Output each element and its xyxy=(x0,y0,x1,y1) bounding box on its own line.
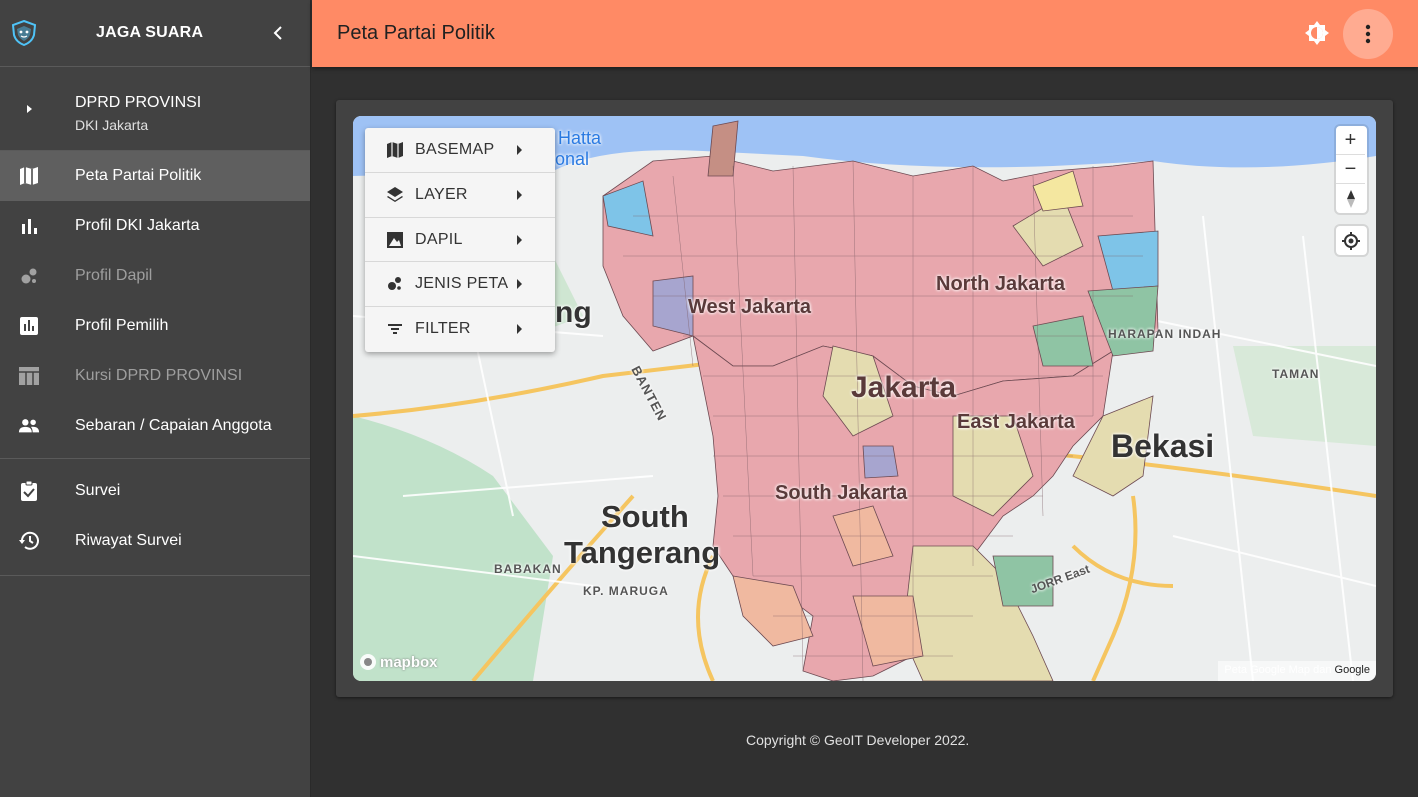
menu-item-label: FILTER xyxy=(415,320,471,338)
history-icon xyxy=(19,531,39,550)
zoom-out-button[interactable]: − xyxy=(1336,155,1365,184)
map-layer-menu: BASEMAP LAYER DAPIL JENIS PETA FILTER xyxy=(365,128,555,352)
minus-icon: − xyxy=(1344,157,1357,180)
caret-right-icon xyxy=(517,189,522,200)
filter-icon xyxy=(388,324,402,335)
map-icon xyxy=(20,167,38,185)
sidebar-item-peta-partai-politik[interactable]: Peta Partai Politik xyxy=(0,151,310,201)
chevron-right-icon xyxy=(27,105,32,113)
more-vert-icon xyxy=(1365,24,1371,44)
green-area xyxy=(353,416,553,681)
menu-item-label: JENIS PETA xyxy=(415,275,509,293)
sidebar-item-label: Riwayat Survei xyxy=(75,532,182,549)
section-subtitle: DKI Jakarta xyxy=(75,117,149,133)
map-icon xyxy=(387,142,403,158)
menu-item-label: BASEMAP xyxy=(415,141,495,158)
sidebar-nav: Peta Partai Politik Profil DKI Jakarta P… xyxy=(0,151,310,451)
sidebar-item-label: Sebaran / Capaian Anggota xyxy=(75,417,272,434)
map-label: KP. MARUGA xyxy=(583,584,669,598)
topbar: Peta Partai Politik xyxy=(312,0,1418,67)
compass-button[interactable] xyxy=(1336,184,1365,213)
caret-right-icon xyxy=(517,234,522,245)
map-label: HARAPAN INDAH xyxy=(1108,327,1222,341)
crosshair-icon xyxy=(1341,231,1360,250)
app-root: JAGA SUARA DPRD PROVINSI DKI Jakarta Pet… xyxy=(0,0,1418,797)
compass-icon xyxy=(1346,189,1355,208)
map-label: Hatta xyxy=(558,128,602,148)
bar-chart-icon xyxy=(22,219,37,234)
sidebar-divider xyxy=(0,575,310,576)
menu-item-jenis-peta[interactable]: JENIS PETA xyxy=(365,262,555,308)
mapbox-text: mapbox xyxy=(380,653,438,671)
brand-name: JAGA SUARA xyxy=(96,24,204,41)
table-icon xyxy=(19,367,39,385)
clipboard-check-icon xyxy=(21,481,37,501)
map-label: West Jakarta xyxy=(688,296,812,318)
poll-icon xyxy=(20,317,38,335)
map-label: Bekasi xyxy=(1111,428,1215,464)
mapbox-icon xyxy=(360,654,376,670)
map-label: BABAKAN xyxy=(494,562,562,576)
caret-right-icon xyxy=(517,145,522,155)
attribution-text[interactable]: Peta Google Map dan xyxy=(1224,664,1331,676)
mapbox-logo[interactable]: mapbox xyxy=(359,653,438,671)
layers-icon xyxy=(387,186,403,202)
caret-right-icon xyxy=(517,279,522,290)
sidebar-item-label: Kursi DPRD PROVINSI xyxy=(75,367,243,384)
map-label: ng xyxy=(555,296,592,329)
image-icon xyxy=(387,231,403,248)
google-attribution[interactable]: Google xyxy=(1335,664,1370,676)
map-label: North Jakarta xyxy=(936,273,1065,295)
map-label: onal xyxy=(555,149,590,169)
page-title: Peta Partai Politik xyxy=(337,22,495,44)
section-title: DPRD PROVINSI xyxy=(75,94,202,111)
shield-logo-icon xyxy=(11,20,37,46)
menu-item-label: LAYER xyxy=(415,185,468,203)
sidebar-item-profil-dapil[interactable]: Profil Dapil xyxy=(0,251,310,301)
sidebar-item-label: Profil Pemilih xyxy=(75,317,169,334)
zoom-in-button[interactable]: + xyxy=(1336,126,1365,155)
sidebar-item-sebaran-capaian[interactable]: Sebaran / Capaian Anggota xyxy=(0,401,310,451)
sidebar-item-survei[interactable]: Survei xyxy=(0,466,310,516)
map-label: Tangerang xyxy=(564,535,721,570)
map-label: Jakarta xyxy=(851,371,957,404)
sidebar-item-kursi-dprd[interactable]: Kursi DPRD PROVINSI xyxy=(0,351,310,401)
footer-copyright: Copyright © GeoIT Developer 2022. xyxy=(746,732,970,748)
sidebar-item-label: Profil Dapil xyxy=(75,267,153,284)
menu-item-dapil[interactable]: DAPIL xyxy=(365,218,555,263)
sidebar-item-label: Profil DKI Jakarta xyxy=(75,217,200,234)
map-label: East Jakarta xyxy=(957,411,1075,433)
people-icon xyxy=(18,419,40,433)
menu-item-basemap[interactable]: BASEMAP xyxy=(365,128,555,173)
bubble-chart-icon xyxy=(21,268,37,284)
sidebar-item-label: Survei xyxy=(75,482,121,499)
plus-icon: + xyxy=(1344,128,1357,151)
sidebar-item-profil-pemilih[interactable]: Profil Pemilih xyxy=(0,301,310,351)
menu-item-filter[interactable]: FILTER xyxy=(365,307,555,352)
menu-item-layer[interactable]: LAYER xyxy=(365,173,555,218)
chevron-left-icon[interactable] xyxy=(268,22,288,44)
sidebar-nav-survey: Survei Riwayat Survei xyxy=(0,466,310,566)
geolocate-button[interactable] xyxy=(1336,226,1365,255)
sidebar-section-dprd[interactable]: DPRD PROVINSI DKI Jakarta xyxy=(0,67,310,151)
sidebar-item-riwayat-survei[interactable]: Riwayat Survei xyxy=(0,516,310,566)
sidebar-item-label: Peta Partai Politik xyxy=(75,167,202,184)
sidebar-divider xyxy=(0,458,310,459)
sidebar-item-profil-dki-jakarta[interactable]: Profil DKI Jakarta xyxy=(0,201,310,251)
more-options-button[interactable] xyxy=(1343,9,1393,59)
sidebar-header: JAGA SUARA xyxy=(0,0,310,67)
geolocate-control xyxy=(1336,226,1367,255)
zoom-controls: + − xyxy=(1336,126,1367,213)
brightness-icon[interactable] xyxy=(1304,20,1330,46)
map-attribution: Peta Google Map dan Google xyxy=(1218,661,1376,681)
sidebar: JAGA SUARA DPRD PROVINSI DKI Jakarta Pet… xyxy=(0,0,311,797)
bubble-chart-icon xyxy=(388,277,401,291)
caret-right-icon xyxy=(517,324,522,335)
map-canvas[interactable]: Hatta onal ng West Jakarta North Jakarta… xyxy=(353,116,1376,681)
map-label: South Jakarta xyxy=(775,482,908,504)
map-label: TAMAN xyxy=(1272,367,1320,381)
map-label: South xyxy=(601,499,689,534)
menu-item-label: DAPIL xyxy=(415,230,463,248)
